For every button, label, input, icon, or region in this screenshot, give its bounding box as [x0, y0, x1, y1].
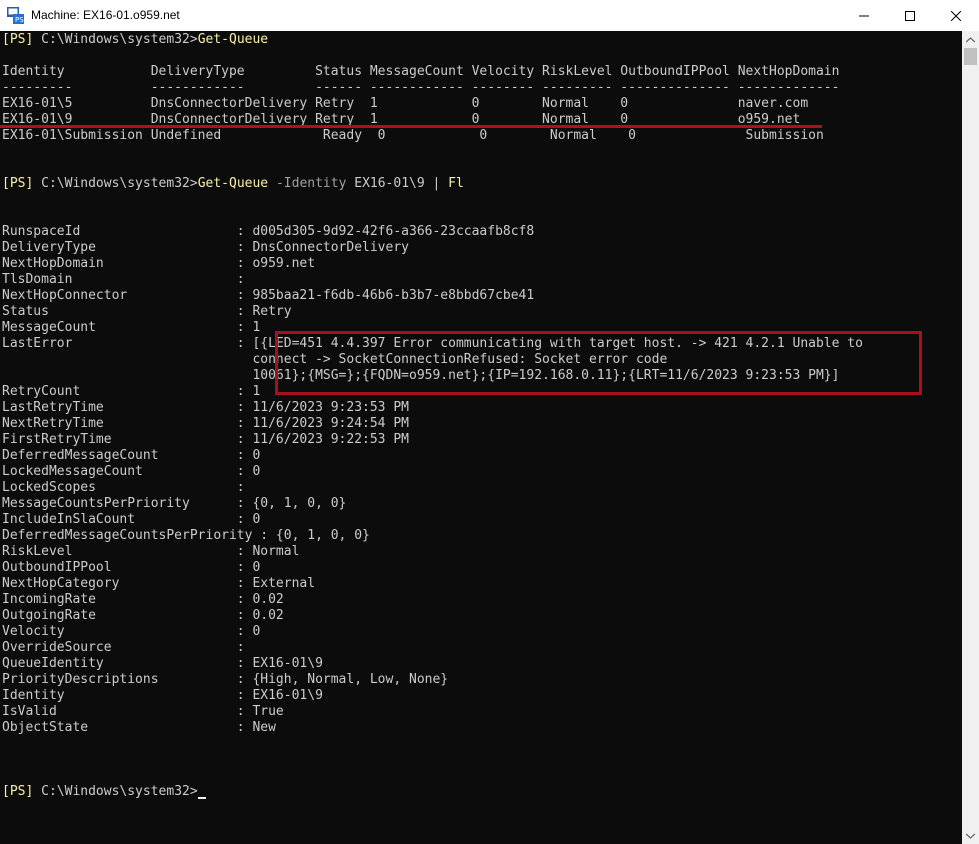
scrollbar-thumb[interactable] [964, 48, 977, 65]
table-row: EX16-01\5 DnsConnectorDelivery Retry 1 0… [2, 96, 809, 111]
table-row: EX16-01\Submission Undefined Ready 0 0 N… [2, 128, 824, 143]
property-line: RetryCount : 1 [2, 384, 261, 399]
property-line: LockedMessageCount : 0 [2, 464, 261, 479]
property-line: Status : Retry [2, 304, 292, 319]
prompt-line-3: [PS] C:\Windows\system32> [2, 784, 206, 800]
last-error-highlight-box [275, 331, 922, 395]
window-title: Machine: EX16-01.o959.net [31, 8, 180, 22]
title-bar: PS Machine: EX16-01.o959.net [0, 0, 979, 31]
property-line: OutboundIPPool : 0 [2, 560, 261, 575]
prompt-path: C:\Windows\system32> [33, 176, 198, 191]
property-line: NextHopCategory : External [2, 576, 316, 591]
command-parameter: -Identity [268, 176, 347, 191]
property-line: OutgoingRate : 0.02 [2, 608, 284, 623]
minimize-button[interactable] [841, 0, 887, 31]
chevron-up-icon [966, 36, 975, 42]
table-separator: --------- ------------ ------ ----------… [2, 80, 840, 95]
property-line: DeferredMessageCount : 0 [2, 448, 261, 463]
property-line: IncludeInSlaCount : 0 [2, 512, 261, 527]
close-icon [951, 10, 961, 21]
format-command: Fl [440, 176, 464, 191]
command-text: Get-Queue [197, 176, 269, 191]
minimize-icon [859, 15, 869, 16]
property-line: FirstRetryTime : 11/6/2023 9:22:53 PM [2, 432, 409, 447]
prompt-path: C:\Windows\system32> [33, 32, 198, 47]
text-cursor [197, 797, 206, 799]
scroll-up-button[interactable] [962, 31, 979, 48]
prompt-tag: [PS] [2, 176, 34, 191]
property-line: NextHopDomain : o959.net [2, 256, 316, 271]
property-line: RiskLevel : Normal [2, 544, 300, 559]
highlight-underline [0, 125, 822, 128]
prompt-tag: [PS] [2, 784, 34, 799]
command-text: Get-Queue [197, 32, 269, 47]
property-line: QueueIdentity : EX16-01\9 [2, 656, 323, 671]
property-line: NextHopConnector : 985baa21-f6db-46b6-b3… [2, 288, 535, 303]
powershell-remote-icon: PS [7, 7, 24, 24]
property-line: MessageCountsPerPriority : {0, 1, 0, 0} [2, 496, 347, 511]
property-line: OverrideSource : [2, 640, 245, 655]
property-line: ObjectState : New [2, 720, 276, 735]
property-line: TlsDomain : [2, 272, 245, 287]
svg-text:PS: PS [15, 16, 24, 24]
property-line: DeliveryType : DnsConnectorDelivery [2, 240, 409, 255]
scroll-down-button[interactable] [962, 827, 979, 844]
close-button[interactable] [933, 0, 979, 31]
vertical-scrollbar[interactable] [962, 31, 979, 844]
chevron-down-icon [966, 833, 975, 839]
property-line: NextRetryTime : 11/6/2023 9:24:54 PM [2, 416, 409, 431]
prompt-tag: [PS] [2, 32, 34, 47]
property-line: PriorityDescriptions : {High, Normal, Lo… [2, 672, 449, 687]
table-header: Identity DeliveryType Status MessageCoun… [2, 64, 840, 79]
property-line: Velocity : 0 [2, 624, 261, 639]
prompt-line-1: [PS] C:\Windows\system32>Get-Queue [2, 32, 268, 48]
property-line: IsValid : True [2, 704, 284, 719]
property-line: RunspaceId : d005d305-9d92-42f6-a366-23c… [2, 224, 535, 239]
maximize-button[interactable] [887, 0, 933, 31]
property-line: DeferredMessageCountsPerPriority : {0, 1… [2, 528, 370, 543]
property-line: IncomingRate : 0.02 [2, 592, 284, 607]
terminal-output[interactable]: [PS] C:\Windows\system32>Get-Queue Ident… [0, 31, 962, 844]
prompt-path: C:\Windows\system32> [33, 784, 198, 799]
maximize-icon [905, 10, 915, 21]
property-line: Identity : EX16-01\9 [2, 688, 323, 703]
property-line: LockedScopes : [2, 480, 245, 495]
prompt-line-2: [PS] C:\Windows\system32>Get-Queue -Iden… [2, 176, 464, 192]
property-line: LastRetryTime : 11/6/2023 9:23:53 PM [2, 400, 409, 415]
command-argument: EX16-01\9 [346, 176, 433, 191]
property-line: MessageCount : 1 [2, 320, 261, 335]
